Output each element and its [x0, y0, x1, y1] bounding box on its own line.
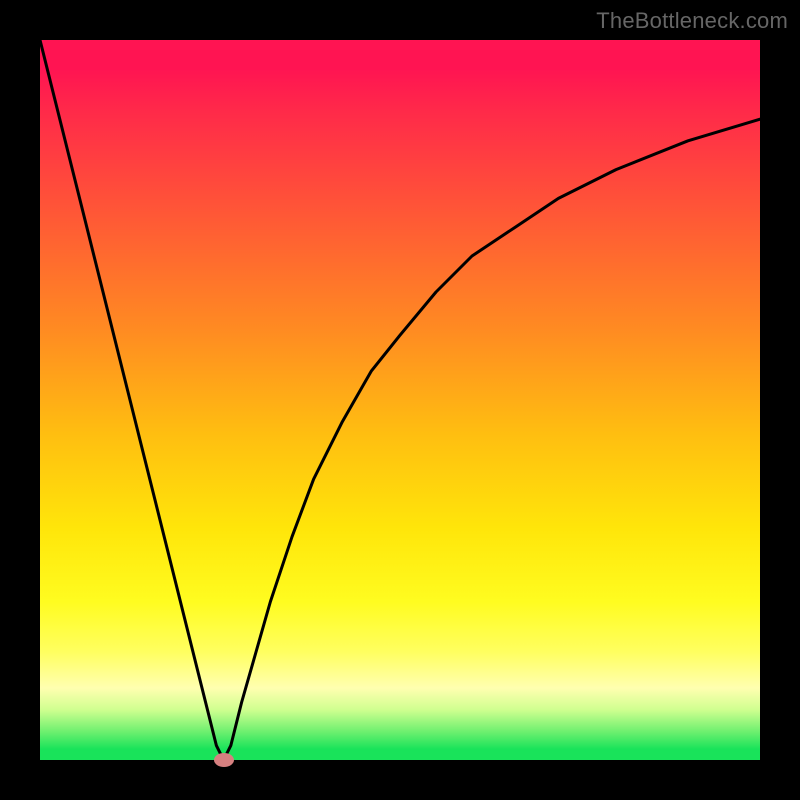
chart-frame: TheBottleneck.com — [0, 0, 800, 800]
plot-area — [40, 40, 760, 760]
bottleneck-curve — [40, 40, 760, 760]
optimum-marker — [214, 753, 234, 767]
attribution-text: TheBottleneck.com — [596, 8, 788, 34]
